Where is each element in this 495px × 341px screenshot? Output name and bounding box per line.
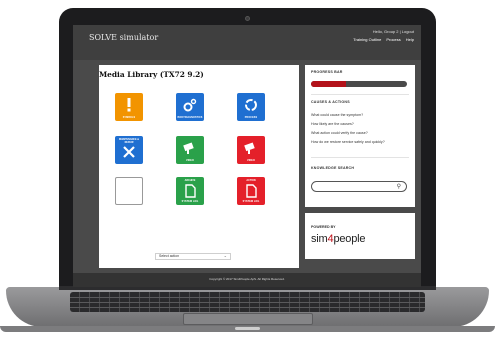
exclamation-icon [127, 98, 131, 112]
knowledge-search-input[interactable]: ⚲ [311, 181, 407, 192]
top-bar: SOLVE simulator Hello, Group 2 | Logout … [73, 25, 421, 60]
tile-label: SYSTEM LOG [181, 200, 199, 203]
camera-icon [244, 142, 255, 154]
causes-title: CAUSES & ACTIONS [311, 100, 350, 104]
progress-title: PROGRESS BAR [311, 70, 343, 74]
tile-label: VIDEO [247, 159, 255, 162]
tile-label: BODYDIAGNOSTICS [177, 116, 203, 119]
nav-process[interactable]: Process [386, 37, 400, 42]
tile-video-red[interactable]: VIDEO [237, 136, 265, 164]
tile-label-top: ARCHIVE [184, 179, 196, 182]
tile-bodydiagnostics[interactable]: BODYDIAGNOSTICS [176, 93, 204, 121]
top-nav: Training Outline Process Help [353, 37, 414, 42]
media-library-panel: Media Library (TX72 9.2) SYMBOLS BODYDIA… [99, 65, 299, 268]
powered-by-panel: POWERED BY sim4people [305, 213, 415, 259]
sim4people-logo: sim4people [311, 233, 365, 245]
tile-process[interactable]: PROCESS [237, 93, 265, 121]
sidebar-panel: PROGRESS BAR CAUSES & ACTIONS What could… [305, 65, 415, 207]
cause-link-verify[interactable]: What action could verify the cause? [311, 131, 368, 135]
nav-help[interactable]: Help [406, 37, 414, 42]
footer: Copyright © 2017 Sim4People ApS. All Rig… [73, 273, 421, 287]
action-select[interactable]: Select action [155, 253, 231, 260]
gears-icon [183, 98, 197, 112]
progress-bar [311, 81, 407, 87]
document-icon [185, 184, 196, 198]
keyboard-row [70, 297, 425, 298]
touchpad [183, 313, 313, 325]
keyboard-row [70, 302, 425, 303]
tile-label: PROCESS [244, 116, 258, 119]
search-icon[interactable]: ⚲ [397, 183, 401, 190]
keyboard-row [70, 307, 425, 308]
nav-training-outline[interactable]: Training Outline [353, 37, 381, 42]
tile-label: MAINTENANCE & REPAIR [118, 138, 140, 144]
laptop-notch [235, 327, 260, 330]
tile-label: SYMBOLS [122, 116, 136, 119]
tools-icon [123, 146, 135, 158]
tile-maintenance-repair[interactable]: MAINTENANCE & REPAIR [115, 136, 143, 164]
search-title: KNOWLEDGE SEARCH [311, 166, 355, 170]
copyright-text: Copyright © 2017 Sim4People ApS. All Rig… [209, 277, 285, 281]
tile-action-system-log[interactable]: ACTION SYSTEM LOG [237, 177, 265, 205]
camera-icon [183, 142, 194, 154]
tile-label-top: ACTION [246, 179, 256, 182]
tile-archive-system-log[interactable]: ARCHIVE SYSTEM LOG [176, 177, 204, 205]
page-title: Media Library (TX72 9.2) [99, 70, 204, 79]
cycle-icon [245, 99, 257, 111]
cause-link-likelihood[interactable]: How likely are the causes? [311, 122, 354, 126]
tile-label: VIDEO [186, 159, 194, 162]
document-icon [246, 184, 257, 198]
cause-link-symptom[interactable]: What could cause the symptom? [311, 113, 363, 117]
tile-label: SYSTEM LOG [242, 200, 260, 203]
user-greeting[interactable]: Hello, Group 2 | Logout [373, 29, 414, 34]
webcam-icon [245, 16, 250, 21]
logo-prefix: sim [311, 233, 328, 245]
tile-symbols[interactable]: SYMBOLS [115, 93, 143, 121]
powered-label: POWERED BY [311, 225, 336, 229]
tile-video-green[interactable]: VIDEO [176, 136, 204, 164]
logo-suffix: people [333, 233, 366, 245]
tile-empty[interactable] [115, 177, 143, 205]
app-brand[interactable]: SOLVE simulator [89, 33, 158, 42]
cause-link-restore[interactable]: How do we restore service safely and qui… [311, 140, 385, 144]
progress-fill [311, 81, 346, 87]
laptop-screen: SOLVE simulator Hello, Group 2 | Logout … [73, 25, 421, 287]
divider [311, 94, 409, 95]
divider [311, 157, 409, 158]
